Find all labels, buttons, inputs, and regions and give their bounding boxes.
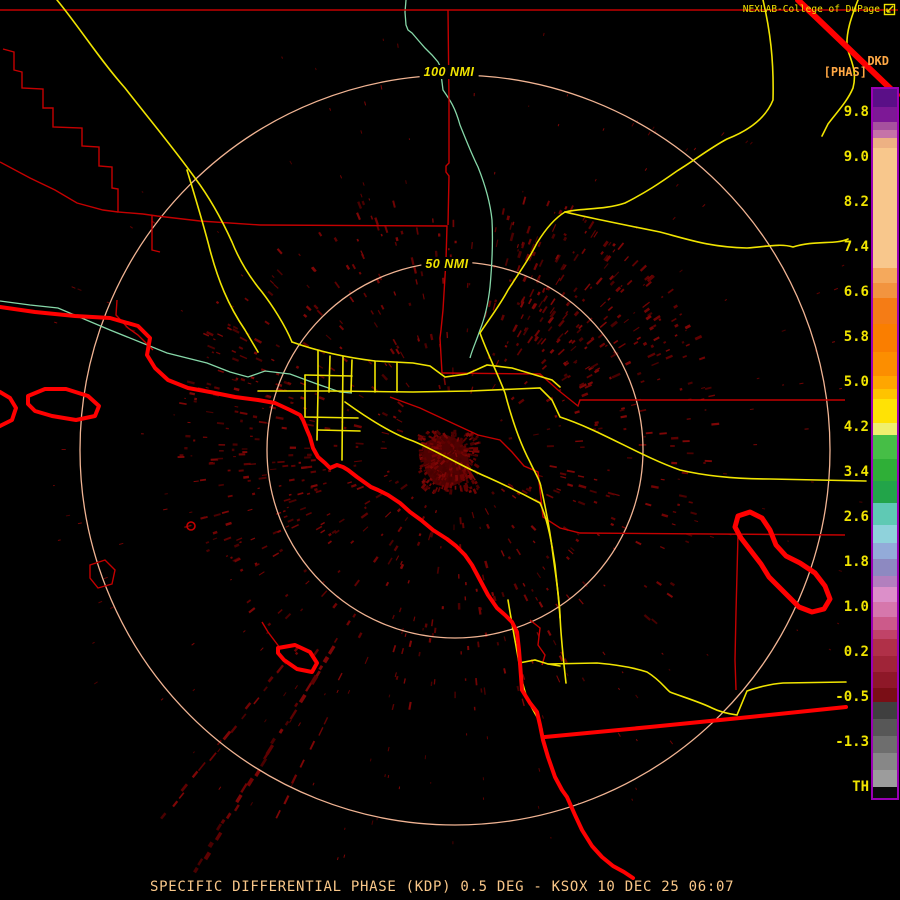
color-scale-segment <box>873 719 897 736</box>
product-code: DKD <box>867 54 889 68</box>
color-scale-segment <box>873 672 897 688</box>
island-outline-thin <box>89 559 116 589</box>
color-scale-segment <box>873 503 897 525</box>
color-scale-segment <box>873 352 897 376</box>
cod-logo-icon <box>883 3 896 16</box>
color-scale-tick-label: -0.5 <box>835 689 869 705</box>
color-scale-tick-label: 4.2 <box>843 419 869 435</box>
color-scale-segment <box>873 435 897 459</box>
color-scale-segment <box>873 576 897 587</box>
header-title: NEXLAB-College of DuPage <box>742 4 880 15</box>
color-scale-segment <box>873 138 897 148</box>
range-ring-label-100nmi: 100 NMI <box>419 65 479 79</box>
color-scale-tick-label: 2.6 <box>843 509 869 525</box>
radar-echo-layer <box>53 32 863 874</box>
color-scale-tick-label: 1.8 <box>843 554 869 570</box>
color-scale-segment <box>873 787 897 798</box>
color-scale-segment <box>873 525 897 543</box>
color-scale-segment <box>873 617 897 630</box>
color-scale-segment <box>873 587 897 602</box>
color-scale-segment <box>873 753 897 770</box>
color-scale-tick-label: 8.2 <box>843 194 869 210</box>
color-scale-tick-label: 5.0 <box>843 374 869 390</box>
catalina-island <box>26 387 101 422</box>
color-scale-segment <box>873 268 897 283</box>
color-scale-tick-label: 5.8 <box>843 329 869 345</box>
color-scale-segment <box>873 389 897 399</box>
color-scale-segment <box>873 736 897 753</box>
color-scale-segment <box>873 130 897 138</box>
color-scale-segment <box>873 559 897 576</box>
color-scale-segment <box>873 283 897 298</box>
color-scale-segment <box>873 481 897 503</box>
product-caption: SPECIFIC DIFFERENTIAL PHASE (KDP) 0.5 DE… <box>150 879 735 895</box>
color-scale-tick-label: TH <box>852 779 869 795</box>
color-scale-segment <box>873 89 897 107</box>
radar-viewer: 9.8 9.0 8.2 7.4 6.6 5.8 5.0 4.2 3.4 2.6 1.8 1.0 0.2 -… <box>0 0 900 900</box>
product-units: [PHAS] <box>823 65 867 79</box>
color-scale-tick-label: 7.4 <box>843 239 869 255</box>
color-scale-segment <box>873 107 897 122</box>
salton-sea <box>732 509 833 615</box>
color-scale-segment <box>873 399 897 423</box>
highway-lines <box>56 0 867 718</box>
color-scale-tick-label: 6.6 <box>843 284 869 300</box>
color-scale-tick-label: 1.0 <box>843 599 869 615</box>
color-scale-segment <box>873 688 897 702</box>
color-scale-segment <box>873 324 897 352</box>
color-scale-segment <box>873 148 897 268</box>
color-scale <box>871 87 899 800</box>
color-scale-segment <box>873 459 897 481</box>
range-ring-label-50nmi: 50 NMI <box>421 257 473 271</box>
color-scale-segment <box>873 702 897 719</box>
color-scale-tick-label: -1.3 <box>835 734 869 750</box>
west-edge-island <box>0 390 18 428</box>
county-borders <box>0 9 898 691</box>
color-scale-segment <box>873 602 897 617</box>
color-scale-segment <box>873 639 897 656</box>
color-scale-segment <box>873 122 897 130</box>
color-scale-segment <box>873 298 897 324</box>
color-scale-segment <box>873 630 897 639</box>
color-scale-tick-label: 0.2 <box>843 644 869 660</box>
color-scale-segment <box>873 770 897 787</box>
pacific-coastline <box>0 305 635 880</box>
color-scale-tick-label: 9.8 <box>843 104 869 120</box>
color-scale-segment <box>873 423 897 435</box>
color-scale-tick-label: 3.4 <box>843 464 869 480</box>
color-scale-tick-label: 9.0 <box>843 149 869 165</box>
radar-map <box>0 0 900 880</box>
color-scale-segment <box>873 376 897 389</box>
mexico-border <box>543 705 848 739</box>
color-scale-segment <box>873 543 897 559</box>
color-scale-segment <box>873 656 897 672</box>
